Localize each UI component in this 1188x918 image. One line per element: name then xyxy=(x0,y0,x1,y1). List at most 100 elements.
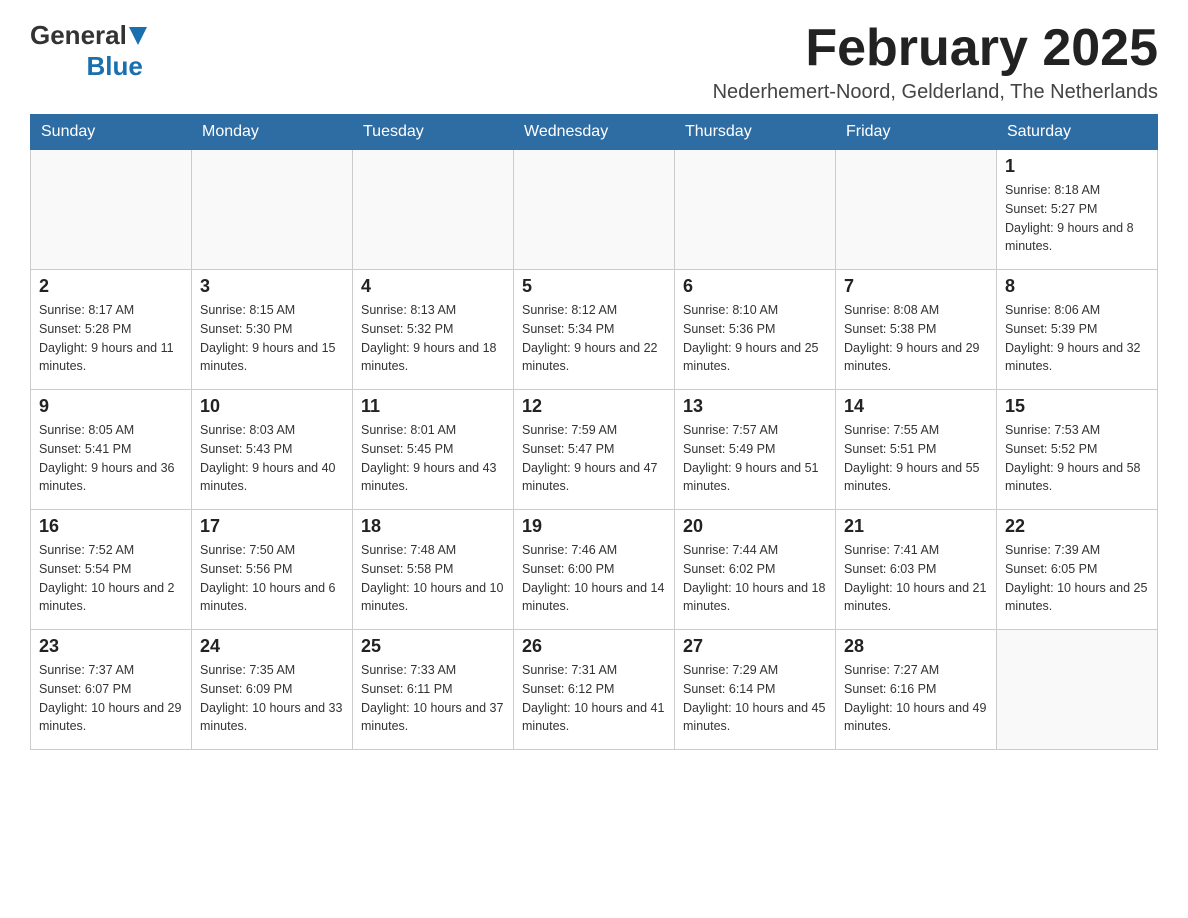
day-number: 8 xyxy=(1005,276,1149,297)
day-number: 25 xyxy=(361,636,505,657)
day-info: Sunrise: 7:37 AM Sunset: 6:07 PM Dayligh… xyxy=(39,661,183,736)
day-number: 7 xyxy=(844,276,988,297)
calendar-cell xyxy=(31,150,192,270)
calendar-cell: 12Sunrise: 7:59 AM Sunset: 5:47 PM Dayli… xyxy=(514,390,675,510)
location-subtitle: Nederhemert-Noord, Gelderland, The Nethe… xyxy=(713,81,1158,104)
day-header-monday: Monday xyxy=(192,115,353,150)
day-number: 19 xyxy=(522,516,666,537)
day-number: 24 xyxy=(200,636,344,657)
day-info: Sunrise: 8:17 AM Sunset: 5:28 PM Dayligh… xyxy=(39,301,183,376)
calendar-cell xyxy=(675,150,836,270)
calendar-cell: 21 Sunrise: 7:41 AM Sunset: 6:03 PM Dayli… xyxy=(836,510,997,630)
calendar-cell xyxy=(836,150,997,270)
day-header-wednesday: Wednesday xyxy=(514,115,675,150)
calendar-cell: 13Sunrise: 7:57 AM Sunset: 5:49 PM Dayli… xyxy=(675,390,836,510)
day-info: Sunrise: 7:48 AM Sunset: 5:58 PM Dayligh… xyxy=(361,541,505,616)
calendar-cell: 3 Sunrise: 8:15 AM Sunset: 5:30 PM Daylig… xyxy=(192,270,353,390)
week-row-4: 23 Sunrise: 7:37 AM Sunset: 6:07 PM Dayli… xyxy=(31,630,1158,750)
day-info: Sunrise: 8:13 AM Sunset: 5:32 PM Dayligh… xyxy=(361,301,505,376)
day-info: Sunrise: 8:18 AM Sunset: 5:27 PM Dayligh… xyxy=(1005,181,1149,256)
day-number: 16 xyxy=(39,516,183,537)
title-section: February 2025 Nederhemert-Noord, Gelderl… xyxy=(713,20,1158,104)
day-number: 1 xyxy=(1005,156,1149,177)
calendar-cell: 18 Sunrise: 7:48 AM Sunset: 5:58 PM Dayli… xyxy=(353,510,514,630)
day-info: Sunrise: 7:31 AM Sunset: 6:12 PM Dayligh… xyxy=(522,661,666,736)
week-row-1: 2 Sunrise: 8:17 AM Sunset: 5:28 PM Daylig… xyxy=(31,270,1158,390)
day-number: 20 xyxy=(683,516,827,537)
day-header-saturday: Saturday xyxy=(997,115,1158,150)
calendar-header: SundayMondayTuesdayWednesdayThursdayFrid… xyxy=(31,115,1158,150)
day-info: Sunrise: 8:08 AM Sunset: 5:38 PM Dayligh… xyxy=(844,301,988,376)
day-info: Sunrise: 7:50 AM Sunset: 5:56 PM Dayligh… xyxy=(200,541,344,616)
calendar-cell: 16Sunrise: 7:52 AM Sunset: 5:54 PM Dayli… xyxy=(31,510,192,630)
calendar-cell: 11 Sunrise: 8:01 AM Sunset: 5:45 PM Dayli… xyxy=(353,390,514,510)
day-info: Sunrise: 8:06 AM Sunset: 5:39 PM Dayligh… xyxy=(1005,301,1149,376)
day-info: Sunrise: 8:03 AM Sunset: 5:43 PM Dayligh… xyxy=(200,421,344,496)
day-number: 4 xyxy=(361,276,505,297)
week-row-3: 16Sunrise: 7:52 AM Sunset: 5:54 PM Dayli… xyxy=(31,510,1158,630)
day-number: 11 xyxy=(361,396,505,417)
calendar-cell: 6 Sunrise: 8:10 AM Sunset: 5:36 PM Daylig… xyxy=(675,270,836,390)
calendar-cell: 14Sunrise: 7:55 AM Sunset: 5:51 PM Dayli… xyxy=(836,390,997,510)
week-row-0: 1 Sunrise: 8:18 AM Sunset: 5:27 PM Daylig… xyxy=(31,150,1158,270)
day-number: 5 xyxy=(522,276,666,297)
day-info: Sunrise: 7:35 AM Sunset: 6:09 PM Dayligh… xyxy=(200,661,344,736)
calendar-cell xyxy=(997,630,1158,750)
day-number: 18 xyxy=(361,516,505,537)
day-info: Sunrise: 8:01 AM Sunset: 5:45 PM Dayligh… xyxy=(361,421,505,496)
calendar-cell: 9 Sunrise: 8:05 AM Sunset: 5:41 PM Daylig… xyxy=(31,390,192,510)
day-number: 17 xyxy=(200,516,344,537)
day-number: 10 xyxy=(200,396,344,417)
calendar-cell xyxy=(353,150,514,270)
calendar-cell: 25 Sunrise: 7:33 AM Sunset: 6:11 PM Dayli… xyxy=(353,630,514,750)
calendar-cell: 7 Sunrise: 8:08 AM Sunset: 5:38 PM Daylig… xyxy=(836,270,997,390)
day-info: Sunrise: 7:57 AM Sunset: 5:49 PM Dayligh… xyxy=(683,421,827,496)
calendar-cell: 26 Sunrise: 7:31 AM Sunset: 6:12 PM Dayli… xyxy=(514,630,675,750)
day-number: 6 xyxy=(683,276,827,297)
calendar-cell: 19 Sunrise: 7:46 AM Sunset: 6:00 PM Dayli… xyxy=(514,510,675,630)
calendar-cell: 20 Sunrise: 7:44 AM Sunset: 6:02 PM Dayli… xyxy=(675,510,836,630)
calendar-cell: 27Sunrise: 7:29 AM Sunset: 6:14 PM Dayli… xyxy=(675,630,836,750)
calendar-cell xyxy=(514,150,675,270)
day-info: Sunrise: 8:15 AM Sunset: 5:30 PM Dayligh… xyxy=(200,301,344,376)
day-number: 2 xyxy=(39,276,183,297)
day-number: 22 xyxy=(1005,516,1149,537)
calendar-cell: 4 Sunrise: 8:13 AM Sunset: 5:32 PM Daylig… xyxy=(353,270,514,390)
calendar-cell: 10 Sunrise: 8:03 AM Sunset: 5:43 PM Dayli… xyxy=(192,390,353,510)
day-info: Sunrise: 7:29 AM Sunset: 6:14 PM Dayligh… xyxy=(683,661,827,736)
calendar-cell: 24 Sunrise: 7:35 AM Sunset: 6:09 PM Dayli… xyxy=(192,630,353,750)
day-info: Sunrise: 7:41 AM Sunset: 6:03 PM Dayligh… xyxy=(844,541,988,616)
calendar-cell: 23 Sunrise: 7:37 AM Sunset: 6:07 PM Dayli… xyxy=(31,630,192,750)
day-info: Sunrise: 7:53 AM Sunset: 5:52 PM Dayligh… xyxy=(1005,421,1149,496)
calendar-cell: 22 Sunrise: 7:39 AM Sunset: 6:05 PM Dayli… xyxy=(997,510,1158,630)
day-number: 3 xyxy=(200,276,344,297)
day-header-thursday: Thursday xyxy=(675,115,836,150)
day-info: Sunrise: 7:44 AM Sunset: 6:02 PM Dayligh… xyxy=(683,541,827,616)
logo-blue: Blue xyxy=(86,51,142,82)
day-number: 28 xyxy=(844,636,988,657)
day-info: Sunrise: 7:46 AM Sunset: 6:00 PM Dayligh… xyxy=(522,541,666,616)
day-number: 15 xyxy=(1005,396,1149,417)
day-number: 23 xyxy=(39,636,183,657)
logo-triangle-icon xyxy=(129,27,147,45)
day-info: Sunrise: 7:39 AM Sunset: 6:05 PM Dayligh… xyxy=(1005,541,1149,616)
day-info: Sunrise: 7:33 AM Sunset: 6:11 PM Dayligh… xyxy=(361,661,505,736)
day-header-sunday: Sunday xyxy=(31,115,192,150)
calendar-table: SundayMondayTuesdayWednesdayThursdayFrid… xyxy=(30,114,1158,750)
calendar-cell: 2 Sunrise: 8:17 AM Sunset: 5:28 PM Daylig… xyxy=(31,270,192,390)
calendar-cell: 1 Sunrise: 8:18 AM Sunset: 5:27 PM Daylig… xyxy=(997,150,1158,270)
calendar-cell: 15 Sunrise: 7:53 AM Sunset: 5:52 PM Dayli… xyxy=(997,390,1158,510)
day-info: Sunrise: 7:27 AM Sunset: 6:16 PM Dayligh… xyxy=(844,661,988,736)
day-number: 21 xyxy=(844,516,988,537)
day-number: 26 xyxy=(522,636,666,657)
day-info: Sunrise: 8:05 AM Sunset: 5:41 PM Dayligh… xyxy=(39,421,183,496)
month-title: February 2025 xyxy=(713,20,1158,77)
calendar-cell: 17 Sunrise: 7:50 AM Sunset: 5:56 PM Dayli… xyxy=(192,510,353,630)
day-header-tuesday: Tuesday xyxy=(353,115,514,150)
day-info: Sunrise: 7:59 AM Sunset: 5:47 PM Dayligh… xyxy=(522,421,666,496)
day-number: 14 xyxy=(844,396,988,417)
calendar-cell: 28 Sunrise: 7:27 AM Sunset: 6:16 PM Dayli… xyxy=(836,630,997,750)
day-number: 9 xyxy=(39,396,183,417)
week-row-2: 9 Sunrise: 8:05 AM Sunset: 5:41 PM Daylig… xyxy=(31,390,1158,510)
day-info: Sunrise: 8:10 AM Sunset: 5:36 PM Dayligh… xyxy=(683,301,827,376)
